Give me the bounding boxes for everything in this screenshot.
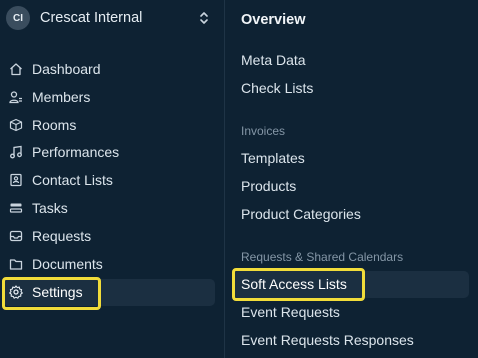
settings-item-label: Product Categories <box>241 206 361 222</box>
section-heading-invoices: Invoices <box>241 124 286 138</box>
sidebar-item-label: Settings <box>32 284 83 300</box>
sidebar-item-label: Members <box>32 89 91 105</box>
settings-item-event-requests-responses[interactable]: Event Requests Responses <box>233 327 469 354</box>
section-heading-requests: Requests & Shared Calendars <box>241 250 404 264</box>
contact-book-icon <box>9 173 23 187</box>
home-icon <box>9 62 23 76</box>
sidebar-item-contact-lists[interactable]: Contact Lists <box>3 167 215 194</box>
sidebar-item-settings[interactable]: Settings <box>3 279 215 306</box>
sidebar-item-label: Contact Lists <box>32 172 113 188</box>
settings-panel: Overview Meta Data Check Lists Invoices … <box>226 0 478 358</box>
settings-item-label: Soft Access Lists <box>241 276 347 292</box>
sidebar-item-performances[interactable]: Performances <box>3 139 215 166</box>
sidebar-item-members[interactable]: Members <box>3 84 215 111</box>
settings-item-label: Templates <box>241 150 305 166</box>
settings-item-label: Products <box>241 178 297 194</box>
sidebar-item-label: Rooms <box>32 117 77 133</box>
sidebar-item-documents[interactable]: Documents <box>3 251 215 278</box>
users-icon <box>9 90 23 104</box>
settings-item-label: Check Lists <box>241 80 314 96</box>
settings-item-products[interactable]: Products <box>233 173 469 200</box>
sidebar-item-tasks[interactable]: Tasks <box>3 195 215 222</box>
workspace-name: Crescat Internal <box>40 10 143 26</box>
cube-icon <box>9 118 23 132</box>
settings-item-event-requests[interactable]: Event Requests <box>233 299 469 326</box>
settings-item-soft-access-lists[interactable]: Soft Access Lists <box>233 271 469 298</box>
chevron-up-down-icon <box>198 10 210 26</box>
settings-item-label: Event Requests Responses <box>241 332 414 348</box>
list-icon <box>9 201 23 215</box>
settings-item-check-lists[interactable]: Check Lists <box>233 75 469 102</box>
workspace-switcher[interactable]: CI Crescat Internal <box>6 6 216 30</box>
folder-icon <box>9 257 23 271</box>
sidebar-item-rooms[interactable]: Rooms <box>3 112 215 139</box>
sidebar-item-dashboard[interactable]: Dashboard <box>3 56 215 83</box>
sidebar-item-label: Tasks <box>32 200 68 216</box>
gear-icon <box>9 285 23 299</box>
sidebar-item-label: Dashboard <box>32 61 101 77</box>
settings-item-templates[interactable]: Templates <box>233 145 469 172</box>
sidebar-item-label: Requests <box>32 228 92 244</box>
sidebar-item-label: Documents <box>32 256 103 272</box>
inbox-icon <box>9 229 23 243</box>
settings-item-meta-data[interactable]: Meta Data <box>233 47 469 74</box>
music-note-icon <box>9 145 23 159</box>
settings-item-product-categories[interactable]: Product Categories <box>233 201 469 228</box>
settings-overview-title[interactable]: Overview <box>241 12 306 28</box>
main-sidebar: CI Crescat Internal Dashboard Members Ro… <box>0 0 225 358</box>
sidebar-item-requests[interactable]: Requests <box>3 223 215 250</box>
sidebar-item-label: Performances <box>32 144 120 160</box>
settings-item-label: Meta Data <box>241 52 306 68</box>
workspace-avatar: CI <box>6 6 30 30</box>
settings-item-label: Event Requests <box>241 304 340 320</box>
